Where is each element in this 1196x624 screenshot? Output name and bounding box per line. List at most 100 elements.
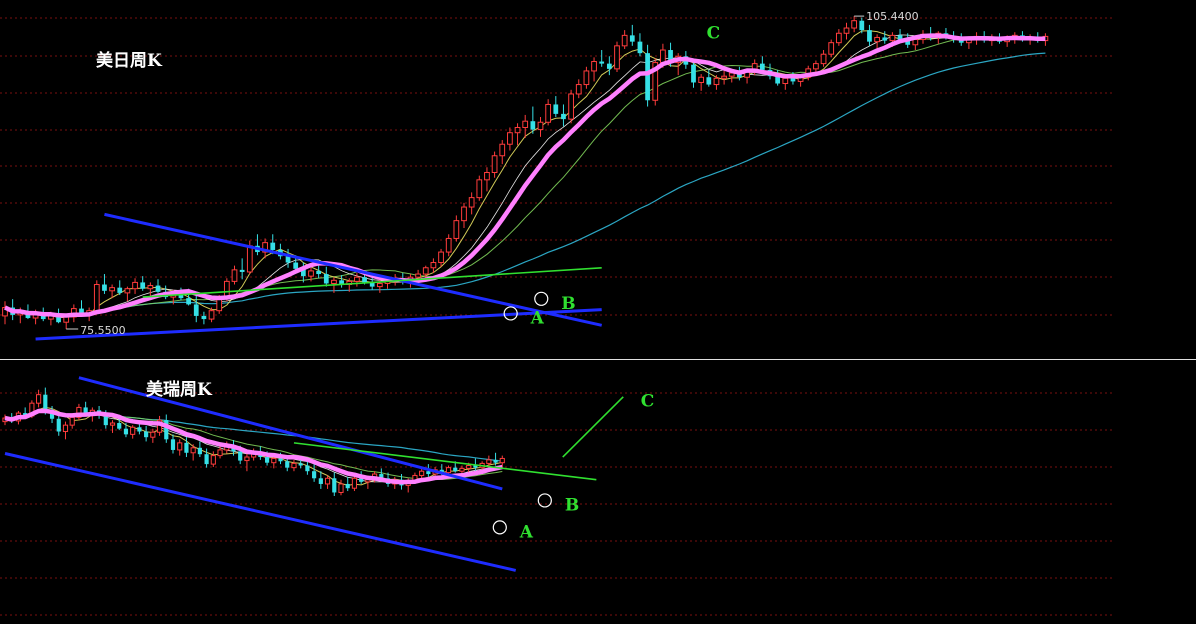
candle-body [63, 316, 70, 323]
candle-body [197, 447, 202, 455]
candle-body [102, 284, 107, 291]
candle-body [782, 77, 789, 85]
candle-body [514, 126, 521, 134]
candle-body [69, 416, 75, 426]
candle-body [491, 155, 498, 173]
candle-body [426, 471, 431, 475]
candle-body [889, 34, 896, 42]
candle-body [147, 285, 154, 290]
candle-body [362, 277, 367, 283]
candle-body [882, 37, 888, 41]
candle-body [499, 457, 505, 464]
candle-body [660, 49, 666, 64]
candle-body [130, 426, 136, 435]
candle-body [629, 35, 635, 42]
candle-body [231, 269, 238, 282]
candle-body [201, 315, 207, 320]
candle-body [338, 483, 344, 493]
candle-body [109, 287, 115, 292]
candle-body [305, 465, 310, 472]
candle-body [117, 423, 122, 429]
candle-body [124, 288, 131, 294]
marker-label: C [707, 24, 721, 44]
candle-body [43, 394, 48, 411]
candle-body [466, 465, 472, 469]
candle-body [575, 84, 582, 95]
candle-body [278, 458, 283, 462]
candle-body [422, 267, 429, 275]
candle-body [170, 439, 176, 450]
marker-label: C [641, 391, 655, 411]
candle-body [177, 442, 183, 451]
marker-label: A [519, 522, 534, 542]
candle-body [438, 251, 444, 264]
candle-body [376, 282, 383, 288]
candle-body [316, 270, 322, 275]
candle-body [453, 467, 458, 472]
candle-body [867, 30, 872, 42]
candle-body [155, 285, 161, 292]
candle-body [553, 104, 559, 114]
candle-body [599, 61, 605, 64]
candle-body [759, 63, 765, 70]
candle-body [851, 20, 858, 29]
marker-label: B [561, 294, 575, 314]
candle-body [331, 279, 337, 284]
candle-body [476, 179, 483, 199]
candle-body [874, 36, 880, 43]
candle-body [537, 121, 544, 131]
candle-body [308, 270, 314, 277]
candle-body [499, 143, 506, 157]
candle-body [606, 63, 612, 69]
low-price-label: 75.5500 [80, 324, 126, 337]
candle-body [698, 76, 705, 83]
candle-body [271, 457, 277, 464]
candle-body [217, 449, 223, 457]
candle-body [184, 442, 189, 453]
candle-body [583, 70, 590, 86]
candle-body [459, 467, 465, 472]
high-price-label: 105.4400 [866, 10, 919, 23]
candle-body [298, 463, 303, 466]
candle-body [318, 478, 323, 484]
candle-body [239, 269, 245, 272]
chart-title: 美瑞周K [146, 379, 213, 400]
candle-body [835, 32, 842, 44]
candle-body [324, 477, 331, 485]
candle-body [486, 459, 492, 464]
candle-body [813, 63, 819, 70]
candle-body [291, 462, 297, 469]
candle-body [285, 461, 290, 468]
candle-body [484, 172, 490, 181]
candle-body [117, 287, 123, 293]
candle-body [614, 45, 620, 70]
candle-body [238, 451, 243, 461]
candle-body [351, 477, 358, 489]
candle-body [144, 431, 149, 438]
candle-body [109, 422, 116, 426]
candle-body [246, 245, 253, 273]
candle-body [293, 262, 299, 269]
candle-body [790, 78, 796, 82]
candle-body [713, 77, 720, 86]
candle-body [721, 75, 727, 79]
candle-body [132, 281, 138, 290]
candle-body [150, 431, 156, 438]
marker-label: B [565, 495, 579, 515]
candle-body [493, 459, 498, 463]
candle-body [204, 454, 209, 465]
candle-body [453, 220, 460, 239]
candle-body [186, 298, 191, 305]
candle-body [645, 53, 650, 101]
marker-label: A [530, 308, 545, 328]
candle-body [270, 242, 276, 250]
candle-body [419, 470, 425, 476]
candle-body [208, 310, 215, 320]
candle-body [507, 132, 513, 145]
chart-stage: ABC105.440075.5500 ABC 美日周K 美瑞周K [0, 0, 1196, 624]
candle-body [568, 93, 574, 120]
candle-body [210, 455, 216, 465]
candle-body [193, 304, 199, 316]
candle-body [691, 64, 696, 83]
candle-body [264, 457, 270, 463]
